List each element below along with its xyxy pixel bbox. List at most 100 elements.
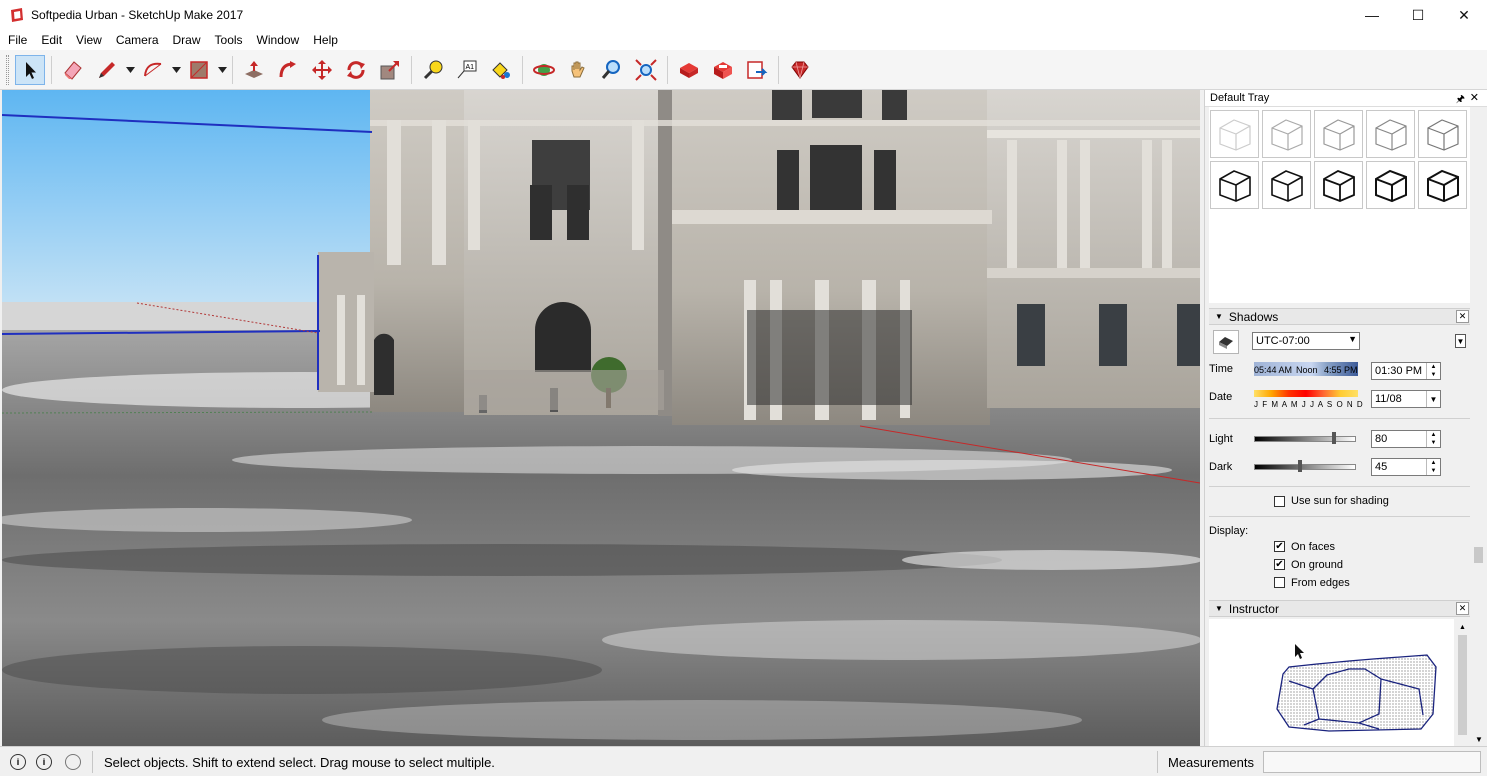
- from-edges-checkbox[interactable]: [1274, 577, 1285, 588]
- zoom-extents-icon: [635, 58, 657, 81]
- collapse-triangle-icon[interactable]: ▼: [1215, 604, 1223, 613]
- date-dropdown[interactable]: ▼: [1426, 391, 1440, 407]
- light-slider[interactable]: [1254, 432, 1356, 444]
- tray-close-icon[interactable]: ✕: [1470, 91, 1479, 104]
- style-thumbnail[interactable]: [1210, 161, 1259, 209]
- dark-spinner[interactable]: ▲ ▼: [1426, 459, 1440, 475]
- menu-tools[interactable]: Tools: [208, 33, 250, 47]
- shadow-cube-icon: [1219, 337, 1233, 349]
- style-thumbnail[interactable]: [1418, 110, 1467, 158]
- eraser-tool-button[interactable]: [58, 55, 88, 85]
- instructor-panel-header[interactable]: ▼ Instructor ✕: [1209, 600, 1471, 617]
- shape-dropdown-button[interactable]: [216, 55, 228, 85]
- extension-warehouse-button[interactable]: [708, 55, 738, 85]
- cube-style-icon: [1322, 119, 1355, 151]
- spin-down-icon[interactable]: ▼: [1431, 468, 1437, 474]
- rotate-tool-button[interactable]: [341, 55, 371, 85]
- geo-location-icon[interactable]: i: [10, 754, 26, 770]
- shadows-toggle-button[interactable]: [1213, 330, 1239, 354]
- light-label: Light: [1209, 433, 1233, 445]
- warehouse-button[interactable]: [674, 55, 704, 85]
- menu-help[interactable]: Help: [306, 33, 345, 47]
- time-input[interactable]: 01:30 PM ▲ ▼: [1371, 362, 1441, 380]
- user-icon[interactable]: [65, 754, 81, 770]
- time-slider[interactable]: 05:44 AM Noon 4:55 PM: [1254, 362, 1358, 376]
- layout-button[interactable]: [742, 55, 772, 85]
- extension-manager-button[interactable]: [785, 55, 815, 85]
- spin-up-icon[interactable]: ▲: [1431, 460, 1437, 466]
- time-spinner[interactable]: ▲ ▼: [1426, 363, 1440, 379]
- scale-tool-button[interactable]: [375, 55, 405, 85]
- info-icon[interactable]: i: [36, 754, 52, 770]
- use-sun-checkbox[interactable]: [1274, 496, 1285, 507]
- follow-me-tool-button[interactable]: [273, 55, 303, 85]
- dark-slider-knob[interactable]: [1298, 460, 1302, 472]
- style-thumbnail[interactable]: [1262, 161, 1311, 209]
- spin-up-icon[interactable]: ▲: [1431, 364, 1437, 370]
- spin-up-icon[interactable]: ▲: [1431, 432, 1437, 438]
- text-tool-button[interactable]: A1: [452, 55, 482, 85]
- collapse-triangle-icon[interactable]: ▼: [1215, 312, 1223, 321]
- menu-edit[interactable]: Edit: [34, 33, 69, 47]
- style-thumbnail[interactable]: [1314, 110, 1363, 158]
- light-spinner[interactable]: ▲ ▼: [1426, 431, 1440, 447]
- style-thumbnails: [1209, 107, 1471, 212]
- pan-tool-button[interactable]: [563, 55, 593, 85]
- tray-scrollbar[interactable]: ▼: [1470, 107, 1487, 746]
- divider: [1209, 486, 1471, 487]
- dark-value: 45: [1375, 461, 1388, 473]
- zoom-tool-button[interactable]: [597, 55, 627, 85]
- style-thumbnail[interactable]: [1418, 161, 1467, 209]
- pencil-dropdown-button[interactable]: [124, 55, 136, 85]
- light-input[interactable]: 80 ▲ ▼: [1371, 430, 1441, 448]
- sketchup-window: Softpedia Urban - SketchUp Make 2017 — ☐…: [0, 0, 1487, 776]
- instructor-close-icon[interactable]: ✕: [1456, 602, 1469, 615]
- select-tool-button[interactable]: [15, 54, 45, 85]
- zoom-extents-tool-button[interactable]: [631, 55, 661, 85]
- drawing-viewport[interactable]: [2, 90, 1200, 746]
- scroll-up-icon[interactable]: ▲: [1459, 624, 1466, 631]
- scrollbar-thumb[interactable]: [1458, 635, 1467, 735]
- expand-details-icon[interactable]: ▼: [1455, 334, 1466, 348]
- divider: [1157, 751, 1158, 773]
- arc-tool-button[interactable]: [138, 55, 168, 85]
- menu-view[interactable]: View: [69, 33, 109, 47]
- menu-draw[interactable]: Draw: [166, 33, 208, 47]
- shape-tool-button[interactable]: [184, 55, 214, 85]
- pencil-tool-button[interactable]: [92, 55, 122, 85]
- arc-dropdown-button[interactable]: [170, 55, 182, 85]
- spin-down-icon[interactable]: ▼: [1431, 372, 1437, 378]
- style-thumbnail[interactable]: [1366, 161, 1415, 209]
- dark-slider[interactable]: [1254, 460, 1356, 472]
- date-input[interactable]: 11/08 ▼: [1371, 390, 1441, 408]
- menu-window[interactable]: Window: [250, 33, 307, 47]
- style-thumbnail[interactable]: [1366, 110, 1415, 158]
- move-tool-button[interactable]: [307, 55, 337, 85]
- style-thumbnail[interactable]: [1262, 110, 1311, 158]
- timezone-select[interactable]: UTC-07:00 ▼: [1252, 332, 1360, 350]
- paint-bucket-tool-button[interactable]: [486, 55, 516, 85]
- toolbar-grip[interactable]: [6, 54, 9, 85]
- measurements-input[interactable]: [1263, 751, 1481, 773]
- date-slider[interactable]: [1254, 390, 1358, 397]
- on-faces-checkbox[interactable]: ✔: [1274, 541, 1285, 552]
- menu-camera[interactable]: Camera: [109, 33, 166, 47]
- spin-down-icon[interactable]: ▼: [1431, 440, 1437, 446]
- tape-measure-tool-button[interactable]: [418, 55, 448, 85]
- dark-input[interactable]: 45 ▲ ▼: [1371, 458, 1441, 476]
- on-ground-checkbox[interactable]: ✔: [1274, 559, 1285, 570]
- scroll-down-icon[interactable]: ▼: [1475, 735, 1483, 744]
- shadows-close-icon[interactable]: ✕: [1456, 310, 1469, 323]
- style-thumbnail[interactable]: [1314, 161, 1363, 209]
- minimize-button[interactable]: —: [1349, 0, 1395, 30]
- menu-file[interactable]: File: [0, 33, 34, 47]
- shadows-panel-header[interactable]: ▼ Shadows ✕: [1209, 308, 1471, 325]
- push-pull-tool-button[interactable]: [239, 55, 269, 85]
- style-thumbnail[interactable]: [1210, 110, 1259, 158]
- tray-scrollbar-thumb[interactable]: [1474, 547, 1483, 563]
- close-button[interactable]: ✕: [1441, 0, 1487, 30]
- maximize-button[interactable]: ☐: [1395, 0, 1441, 30]
- light-slider-knob[interactable]: [1332, 432, 1336, 444]
- orbit-tool-button[interactable]: [529, 55, 559, 85]
- instructor-scrollbar[interactable]: ▲: [1454, 619, 1471, 746]
